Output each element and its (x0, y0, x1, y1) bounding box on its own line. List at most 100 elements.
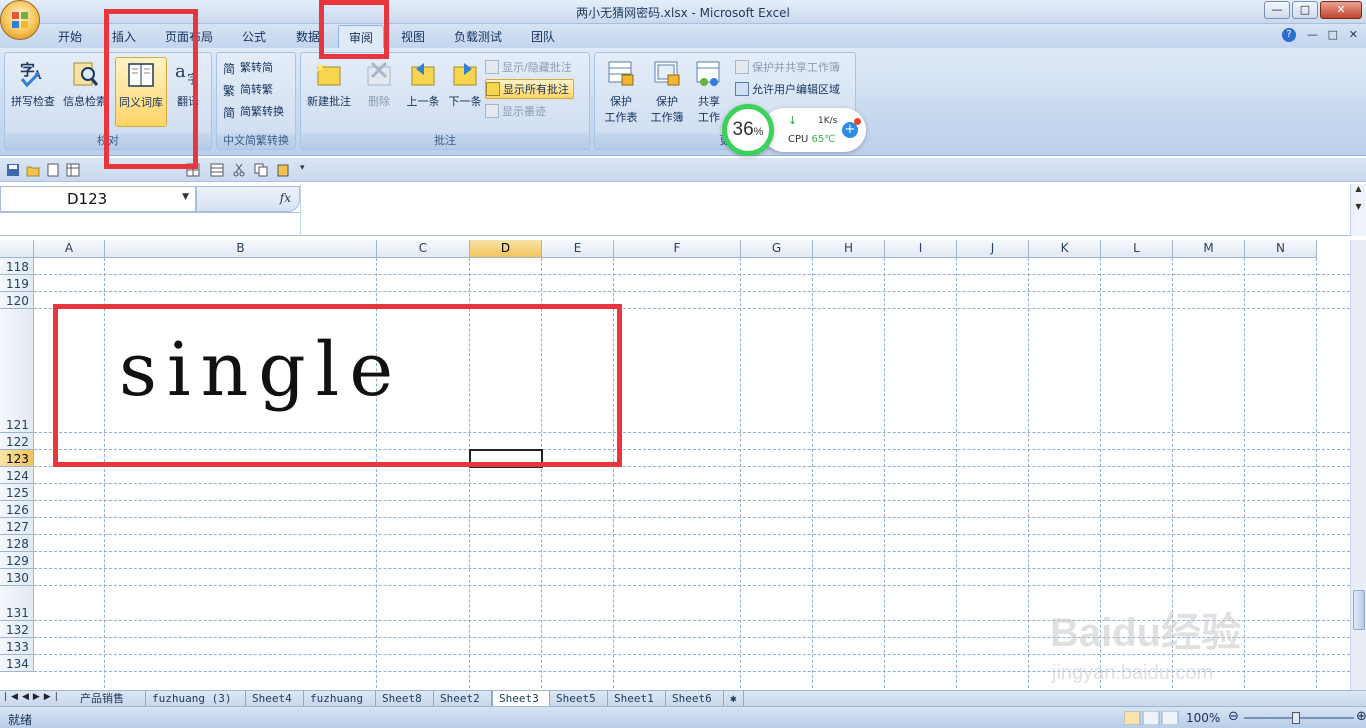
cut-icon[interactable] (232, 163, 246, 177)
simplified-icon: 简 (223, 62, 236, 76)
formula-bar-expand[interactable]: ▲ ▼ (1350, 184, 1366, 236)
insert-sheet-icon[interactable]: ✱ (724, 691, 744, 707)
group-chinese-conversion: 简繁转简 繁简转繁 简简繁转换 中文简繁转换 (216, 52, 296, 150)
allow-edit-ranges-button[interactable]: 允许用户编辑区域 (735, 79, 840, 99)
print-preview-icon[interactable] (46, 163, 60, 177)
sheet-tab-1[interactable]: fuzhuang (3) (146, 691, 246, 707)
row-header-130[interactable]: 130 (0, 569, 34, 586)
tab-formulas[interactable]: 公式 (242, 28, 266, 45)
row-header-118[interactable]: 118 (0, 258, 34, 275)
row-header-123[interactable]: 123 (0, 450, 34, 467)
row-header-126[interactable]: 126 (0, 501, 34, 518)
row-header-128[interactable]: 128 (0, 535, 34, 552)
zoom-slider-thumb[interactable] (1292, 712, 1300, 724)
row-header-132[interactable]: 132 (0, 621, 34, 638)
scrollbar-thumb[interactable] (1353, 590, 1365, 630)
column-header-e[interactable]: E (542, 240, 614, 258)
name-box-dropdown-icon[interactable]: ▼ (182, 192, 189, 202)
copy-icon[interactable] (254, 163, 268, 177)
column-header-a[interactable]: A (34, 240, 105, 258)
tab-data[interactable]: 数据 (296, 28, 320, 45)
row-header-133[interactable]: 133 (0, 638, 34, 655)
row-header-129[interactable]: 129 (0, 552, 34, 569)
table-format-icon[interactable] (66, 163, 80, 177)
sheet-tab-7[interactable]: Sheet5 (550, 691, 608, 707)
column-header-j[interactable]: J (957, 240, 1029, 258)
show-hide-comment-button[interactable]: 显示/隐藏批注 (485, 57, 572, 77)
column-header-i[interactable]: I (885, 240, 957, 258)
tab-home[interactable]: 开始 (58, 28, 82, 45)
close-button[interactable]: ✕ (1320, 1, 1362, 19)
sheet-nav-arrows-icon[interactable]: |◀◀▶▶| (4, 692, 62, 702)
column-header-c[interactable]: C (377, 240, 470, 258)
column-header-m[interactable]: M (1173, 240, 1245, 258)
column-header-l[interactable]: L (1101, 240, 1173, 258)
row-header-134[interactable]: 134 (0, 655, 34, 672)
column-header-d[interactable]: D (470, 240, 542, 258)
show-ink-icon (485, 104, 499, 118)
sheet-tab-3[interactable]: fuzhuang (304, 691, 376, 707)
tab-team[interactable]: 团队 (531, 28, 555, 45)
customize-toolbar-icon[interactable]: ▾ (300, 163, 314, 177)
column-header-g[interactable]: G (741, 240, 813, 258)
tab-view[interactable]: 视图 (401, 28, 425, 45)
row-header-127[interactable]: 127 (0, 518, 34, 535)
ribbon-minimize-icon[interactable]: — (1307, 28, 1318, 41)
tab-load-test[interactable]: 负载测试 (454, 28, 502, 45)
zoom-level[interactable]: 100% (1186, 711, 1220, 725)
formula-bar: D123 ▼ fx ▲ ▼ (0, 184, 1366, 236)
save-icon[interactable] (6, 163, 20, 177)
office-button[interactable] (0, 0, 40, 40)
zoom-slider[interactable] (1244, 712, 1354, 724)
row-header-125[interactable]: 125 (0, 484, 34, 501)
zoom-in-icon[interactable]: ⊕ (1356, 709, 1366, 724)
select-all-corner[interactable] (0, 240, 34, 258)
cpu-monitor-widget[interactable]: ↓ 1K/s CPU 65℃ + 36% (722, 104, 866, 156)
show-ink-button[interactable]: 显示墨迹 (485, 101, 546, 121)
rows-icon[interactable] (210, 163, 224, 177)
view-buttons-icon[interactable] (1124, 711, 1180, 725)
minimize-button[interactable]: — (1264, 1, 1290, 19)
sheet-tab-9[interactable]: Sheet6 (666, 691, 724, 707)
network-speed: 1K/s (818, 116, 838, 126)
maximize-button[interactable]: □ (1292, 1, 1318, 19)
protect-workbook-icon (654, 61, 680, 86)
sheet-tab-0[interactable]: 产品销售 (74, 691, 146, 707)
protect-share-button[interactable]: 保护并共享工作簿 (735, 57, 840, 77)
column-header-k[interactable]: K (1029, 240, 1101, 258)
show-all-comments-button[interactable]: 显示所有批注 (485, 79, 574, 99)
column-header-f[interactable]: F (614, 240, 741, 258)
sheet-tab-5[interactable]: Sheet2 (434, 691, 492, 707)
row-header-122[interactable]: 122 (0, 433, 34, 450)
new-comment-button[interactable]: 新建批注 (303, 57, 355, 127)
group-comments: 新建批注 删除 上一条 下一条 显示/隐藏批注 显示所有批注 显示墨迹 批注 (300, 52, 590, 150)
zoom-out-icon[interactable]: ⊖ (1228, 709, 1239, 724)
vertical-scrollbar[interactable] (1350, 240, 1366, 690)
gridline-horizontal (34, 585, 1350, 586)
help-icon[interactable]: ? (1282, 28, 1296, 42)
paste-special-icon[interactable] (276, 163, 290, 177)
open-folder-icon[interactable] (26, 163, 40, 177)
to-simplified-button[interactable]: 简繁转简 (223, 57, 273, 77)
column-header-b[interactable]: B (105, 240, 377, 258)
sheet-tab-4[interactable]: Sheet8 (376, 691, 434, 707)
sheet-tab-2[interactable]: Sheet4 (246, 691, 304, 707)
insert-function-icon[interactable]: fx (280, 191, 291, 205)
row-header-121[interactable]: 121 (0, 309, 34, 433)
row-header-120[interactable]: 120 (0, 292, 34, 309)
next-comment-button[interactable]: 下一条 (439, 57, 491, 127)
row-header-124[interactable]: 124 (0, 467, 34, 484)
sheet-tab-8[interactable]: Sheet1 (608, 691, 666, 707)
column-header-n[interactable]: N (1245, 240, 1317, 258)
sheet-tab-6[interactable]: Sheet3 (492, 691, 550, 707)
protect-sheet-button[interactable]: 保护 工作表 (595, 57, 647, 133)
column-header-h[interactable]: H (813, 240, 885, 258)
row-header-131[interactable]: 131 (0, 586, 34, 621)
row-header-119[interactable]: 119 (0, 275, 34, 292)
spell-check-button[interactable]: 字A 拼写检查 (7, 57, 59, 127)
convert-button[interactable]: 简简繁转换 (223, 101, 284, 121)
ribbon-close-icon[interactable]: ✕ (1349, 28, 1358, 41)
name-box[interactable]: D123 ▼ (0, 186, 196, 212)
ribbon-restore-icon[interactable]: □ (1328, 28, 1338, 41)
to-traditional-button[interactable]: 繁简转繁 (223, 79, 273, 99)
